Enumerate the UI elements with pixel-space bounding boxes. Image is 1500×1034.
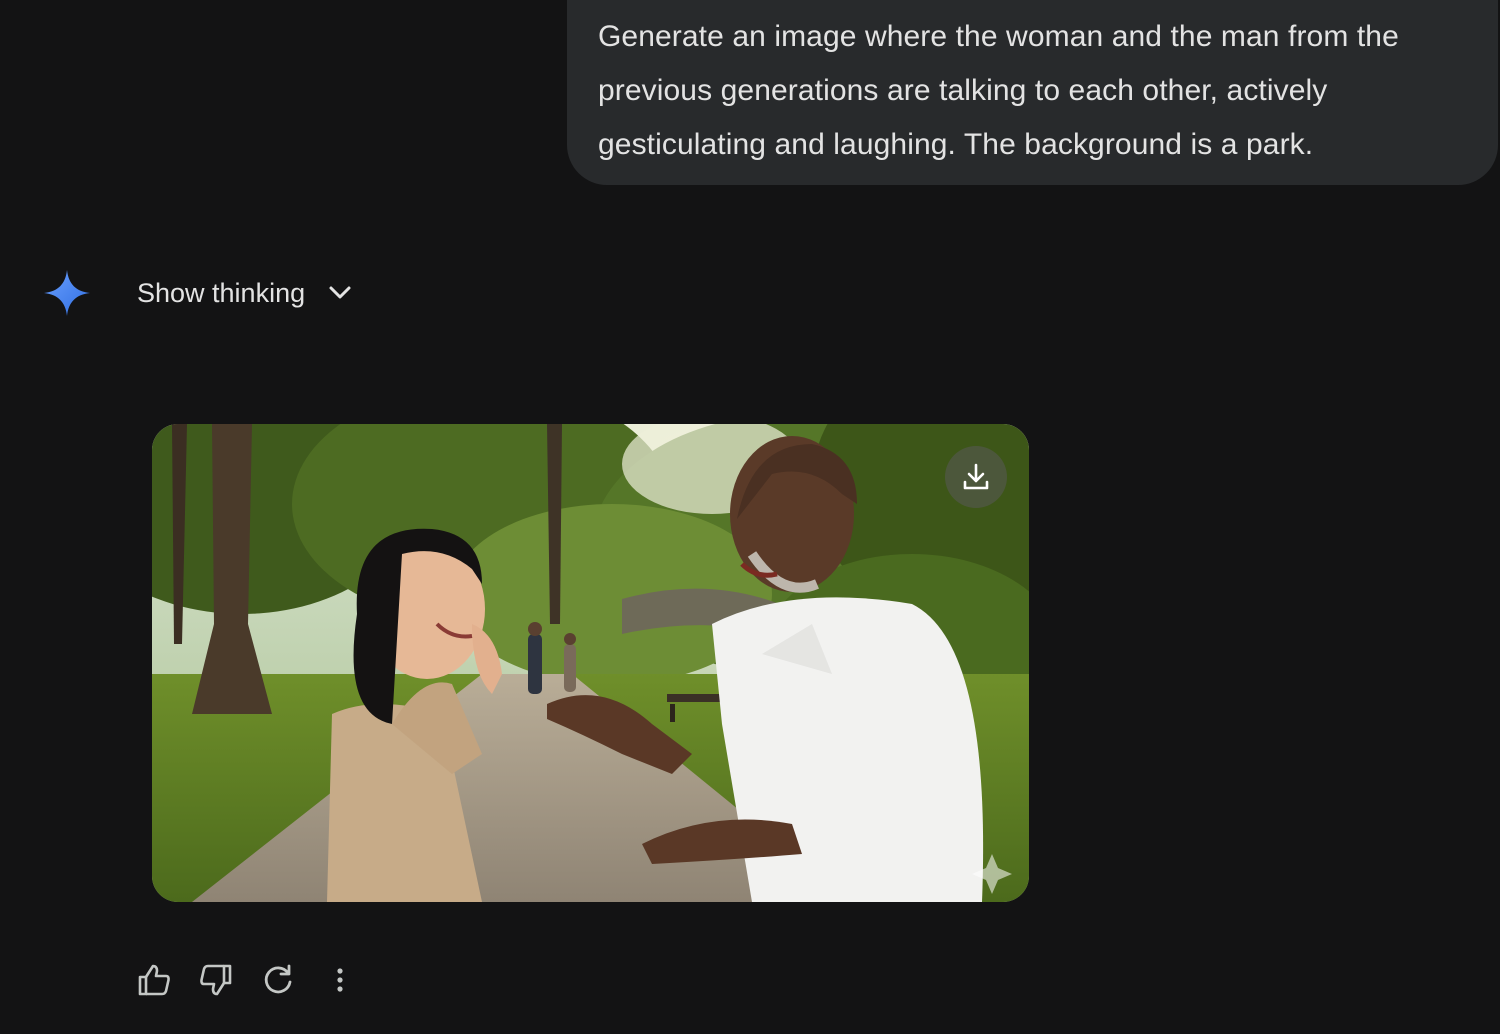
response-actions [134, 958, 382, 1002]
thumbs-up-button[interactable] [134, 958, 174, 1002]
download-icon [963, 463, 989, 490]
user-prompt-text: Generate an image where the woman and th… [598, 20, 1399, 161]
chat-page: Generate an image where the woman and th… [0, 0, 1500, 1034]
download-button[interactable] [945, 446, 1007, 508]
regenerate-icon [264, 964, 292, 994]
park-scene-illustration [152, 424, 1029, 902]
chevron-down-icon [329, 286, 351, 299]
more-options-button[interactable] [320, 958, 360, 1002]
thumbs-up-icon [138, 964, 170, 996]
user-prompt-bubble: Generate an image where the woman and th… [567, 0, 1498, 185]
show-thinking-toggle[interactable]: Show thinking [137, 272, 353, 314]
show-thinking-label: Show thinking [137, 277, 306, 308]
regenerate-button[interactable] [258, 958, 298, 1002]
thumbs-down-icon [200, 964, 232, 996]
more-vertical-icon [337, 968, 343, 992]
generated-image[interactable] [152, 424, 1029, 902]
thumbs-down-button[interactable] [196, 958, 236, 1002]
gemini-spark-icon [44, 270, 90, 316]
